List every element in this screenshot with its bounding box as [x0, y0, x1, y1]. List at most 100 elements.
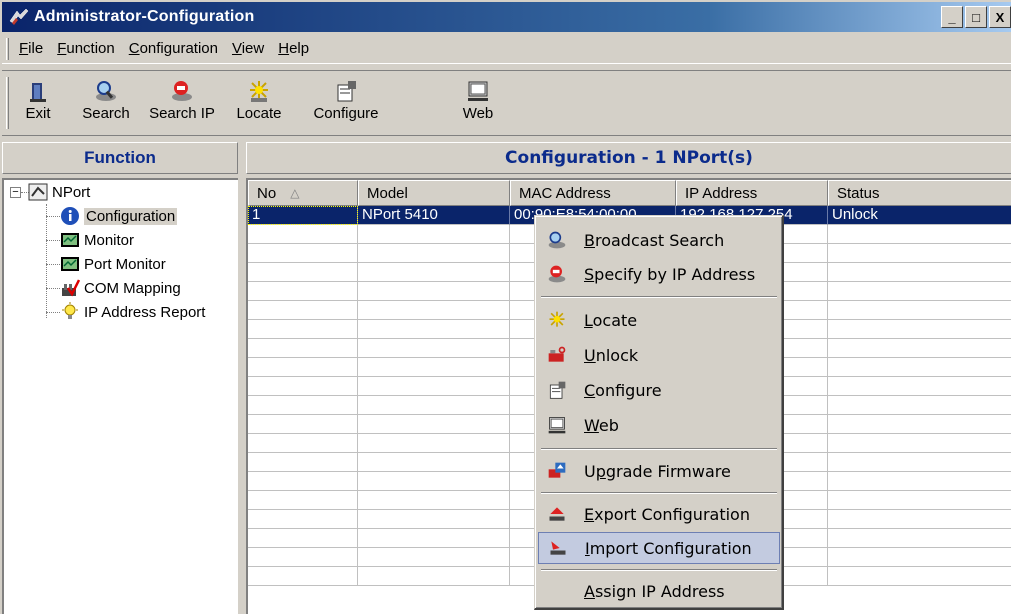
nport-icon	[28, 182, 48, 202]
search-button[interactable]: Search	[70, 77, 142, 131]
empty-cell	[358, 263, 510, 282]
tree-node-configuration[interactable]: Configuration	[60, 204, 178, 228]
empty-cell	[248, 491, 358, 510]
empty-cell	[828, 396, 1011, 415]
column-header-mac-address[interactable]: MAC Address	[510, 180, 676, 206]
empty-cell	[248, 339, 358, 358]
menu-item-configure[interactable]: Configure	[538, 374, 780, 406]
tree-node-port-monitor[interactable]: Port Monitor	[60, 252, 166, 276]
configure-button[interactable]: Configure	[306, 77, 386, 131]
menu-item-unlock[interactable]: Unlock	[538, 339, 780, 371]
empty-cell	[828, 510, 1011, 529]
menu-item-export-configuration[interactable]: Export Configuration	[538, 498, 780, 530]
sort-ascending-icon: △	[290, 186, 300, 200]
grid-header: No △ Model MAC Address IP Address Status	[248, 180, 1011, 206]
locate-icon	[228, 77, 290, 103]
empty-cell	[828, 339, 1011, 358]
empty-cell	[358, 415, 510, 434]
unlock-icon	[546, 345, 568, 365]
empty-cell	[358, 339, 510, 358]
column-header-status[interactable]: Status	[828, 180, 1011, 206]
menu-item-specify-by-ip[interactable]: Specify by IP Address	[538, 258, 780, 290]
menu-item-import-configuration[interactable]: Import Configuration	[538, 532, 780, 564]
menu-item-locate[interactable]: Locate	[538, 304, 780, 336]
empty-cell	[248, 396, 358, 415]
menu-item-broadcast-search[interactable]: Broadcast Search	[538, 224, 780, 256]
empty-cell	[248, 358, 358, 377]
empty-cell	[248, 377, 358, 396]
port-monitor-icon	[60, 254, 80, 274]
empty-cell	[248, 567, 358, 586]
toolbar-grip	[6, 77, 9, 129]
empty-cell	[828, 377, 1011, 396]
empty-cell	[358, 396, 510, 415]
window-title: Administrator-Configuration	[34, 8, 255, 25]
menu-file[interactable]: File	[12, 40, 50, 57]
exit-button[interactable]: Exit	[16, 77, 60, 131]
cell-model: NPort 5410	[358, 206, 510, 225]
empty-cell	[358, 491, 510, 510]
menu-help[interactable]: Help	[271, 40, 316, 57]
maximize-button[interactable]: □	[965, 6, 987, 28]
menu-item-web[interactable]: Web	[538, 409, 780, 441]
empty-cell	[248, 434, 358, 453]
menu-item-assign-ip-address[interactable]: Assign IP Address	[538, 575, 780, 607]
column-header-ip-address[interactable]: IP Address	[676, 180, 828, 206]
empty-cell	[248, 529, 358, 548]
tree-node-monitor[interactable]: Monitor	[60, 228, 134, 252]
empty-cell	[248, 225, 358, 244]
empty-cell	[358, 472, 510, 491]
column-header-no[interactable]: No △	[248, 180, 358, 206]
empty-cell	[828, 301, 1011, 320]
configure-icon	[306, 77, 386, 103]
menu-view[interactable]: View	[225, 40, 271, 57]
minimize-button[interactable]: _	[941, 6, 963, 28]
web-button[interactable]: Web	[458, 77, 498, 131]
empty-cell	[358, 453, 510, 472]
web-icon	[458, 77, 498, 103]
menu-item-upgrade-firmware[interactable]: Upgrade Firmware	[538, 455, 780, 487]
menu-function[interactable]: Function	[50, 40, 122, 57]
locate-icon	[546, 310, 568, 330]
info-icon	[60, 206, 80, 226]
specify-ip-icon	[546, 264, 568, 284]
empty-cell	[248, 548, 358, 567]
empty-cell	[248, 415, 358, 434]
empty-cell	[248, 472, 358, 491]
empty-cell	[358, 510, 510, 529]
empty-cell	[248, 282, 358, 301]
empty-cell	[828, 548, 1011, 567]
empty-cell	[828, 225, 1011, 244]
tree-node-nport[interactable]: NPort	[28, 180, 90, 204]
locate-button[interactable]: Locate	[228, 77, 290, 131]
title-bar[interactable]: Administrator-Configuration _ □ X	[2, 2, 1011, 32]
import-config-icon	[547, 538, 569, 558]
empty-cell	[828, 358, 1011, 377]
empty-cell	[358, 358, 510, 377]
empty-cell	[248, 453, 358, 472]
menu-separator	[541, 569, 777, 571]
upgrade-firmware-icon	[546, 461, 568, 481]
menu-separator	[541, 448, 777, 450]
empty-cell	[358, 225, 510, 244]
cell-no: 1	[248, 206, 358, 225]
web-icon	[546, 415, 568, 435]
menu-separator	[541, 296, 777, 298]
empty-cell	[828, 320, 1011, 339]
empty-cell	[248, 301, 358, 320]
context-menu: Broadcast Search Specify by IP Address L…	[534, 215, 784, 610]
menu-configuration[interactable]: Configuration	[122, 40, 225, 57]
tree-collapse-toggle[interactable]: −	[10, 187, 21, 198]
empty-cell	[828, 282, 1011, 301]
menu-bar: File Function Configuration View Help	[2, 34, 1011, 64]
empty-cell	[248, 244, 358, 263]
empty-cell	[828, 491, 1011, 510]
configuration-panel-header: Configuration - 1 NPort(s)	[246, 142, 1011, 174]
column-header-model[interactable]: Model	[358, 180, 510, 206]
configure-icon	[546, 380, 568, 400]
close-button[interactable]: X	[989, 6, 1011, 28]
tree-node-com-mapping[interactable]: COM Mapping	[60, 276, 181, 300]
com-mapping-icon	[60, 278, 81, 298]
search-ip-button[interactable]: Search IP	[142, 77, 222, 131]
tree-node-ip-address-report[interactable]: IP Address Report	[60, 300, 205, 324]
